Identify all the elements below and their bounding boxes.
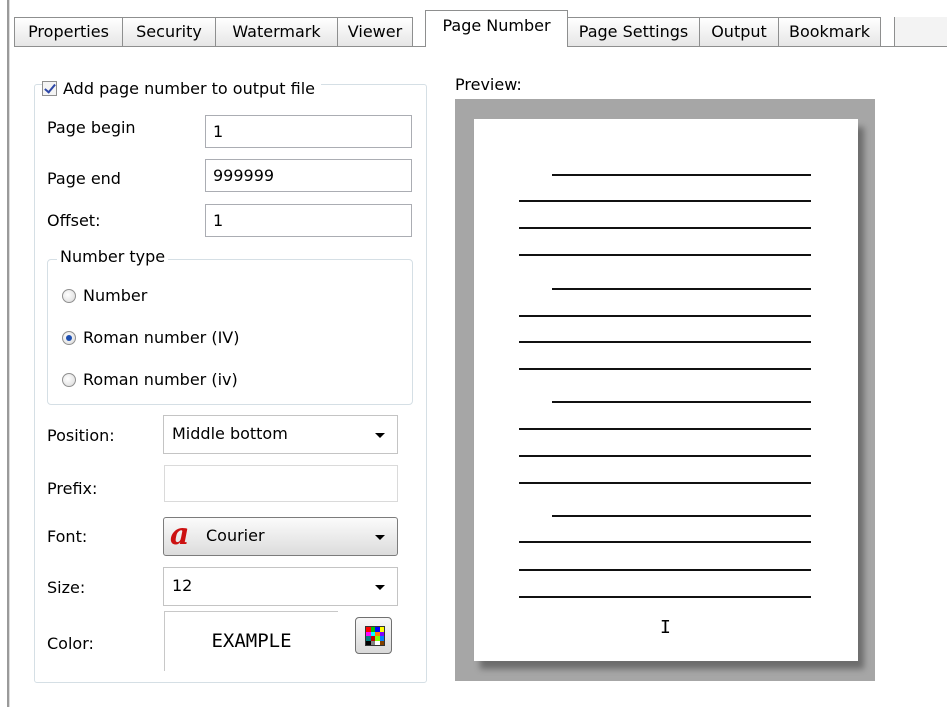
page-begin-label: Page begin bbox=[47, 118, 136, 137]
font-value: Courier bbox=[206, 526, 265, 545]
add-page-number-option[interactable]: Add page number to output file bbox=[42, 75, 322, 101]
tab-viewer[interactable]: Viewer bbox=[337, 17, 413, 46]
color-palette-icon bbox=[365, 626, 385, 646]
tab-properties[interactable]: Properties bbox=[14, 17, 123, 46]
font-icon: a bbox=[170, 517, 190, 552]
preview-page-number: I bbox=[660, 617, 671, 638]
position-dropdown[interactable]: Middle bottom bbox=[163, 415, 398, 454]
tab-page-settings[interactable]: Page Settings bbox=[567, 17, 700, 46]
preview-text-line bbox=[519, 200, 811, 202]
roman-upper-radio[interactable] bbox=[62, 330, 76, 345]
preview-text-line bbox=[519, 315, 811, 317]
prefix-label: Prefix: bbox=[47, 479, 98, 498]
preview-text-line bbox=[519, 569, 811, 571]
tab-watermark[interactable]: Watermark bbox=[215, 17, 338, 46]
number-radio-label: Number bbox=[83, 286, 148, 305]
preview-text-line bbox=[519, 455, 811, 457]
preview-text-line bbox=[519, 596, 811, 598]
chevron-down-icon bbox=[375, 585, 385, 590]
preview-text-line bbox=[552, 515, 811, 517]
window-left-border-highlight bbox=[9, 0, 10, 707]
offset-label: Offset: bbox=[47, 211, 101, 230]
color-example-preview: EXAMPLE bbox=[164, 611, 338, 671]
preview-text-line bbox=[519, 428, 811, 430]
preview-text-line bbox=[552, 401, 811, 403]
number-type-option-roman-lower[interactable]: Roman number (iv) bbox=[62, 370, 238, 389]
chevron-down-icon bbox=[375, 535, 385, 540]
preview-text-line bbox=[552, 174, 811, 176]
number-radio[interactable] bbox=[62, 288, 76, 303]
tab-strip: Properties Security Watermark Viewer Pag… bbox=[14, 0, 947, 48]
roman-lower-radio-label: Roman number (iv) bbox=[83, 370, 238, 389]
add-page-number-checkbox[interactable] bbox=[42, 80, 57, 96]
tab-bookmark[interactable]: Bookmark bbox=[778, 17, 881, 46]
add-page-number-label: Add page number to output file bbox=[63, 78, 316, 98]
tab-output[interactable]: Output bbox=[699, 17, 779, 46]
roman-upper-radio-label: Roman number (IV) bbox=[83, 328, 240, 347]
preview-text-line bbox=[519, 541, 811, 543]
tab-security[interactable]: Security bbox=[122, 17, 216, 46]
position-label: Position: bbox=[47, 426, 115, 445]
size-label: Size: bbox=[47, 578, 86, 597]
number-type-option-number[interactable]: Number bbox=[62, 286, 147, 305]
preview-text-line bbox=[519, 482, 811, 484]
number-type-option-roman-upper[interactable]: Roman number (IV) bbox=[62, 328, 239, 347]
prefix-input[interactable] bbox=[164, 465, 398, 502]
size-dropdown[interactable]: 12 bbox=[163, 567, 398, 606]
page-end-label: Page end bbox=[47, 169, 121, 188]
preview-text-line bbox=[519, 341, 811, 343]
preview-label: Preview: bbox=[455, 75, 522, 94]
font-label: Font: bbox=[47, 527, 88, 546]
page-end-input[interactable]: 999999 bbox=[205, 159, 412, 192]
offset-input[interactable]: 1 bbox=[205, 204, 412, 237]
color-picker-button[interactable] bbox=[355, 617, 392, 654]
chevron-down-icon bbox=[375, 433, 385, 438]
roman-lower-radio[interactable] bbox=[62, 372, 76, 387]
page-begin-input[interactable]: 1 bbox=[205, 115, 412, 148]
font-dropdown[interactable]: a Courier bbox=[163, 517, 398, 556]
tab-strip-filler bbox=[894, 17, 947, 46]
preview-text-line bbox=[552, 288, 811, 290]
palette-swatch bbox=[379, 640, 384, 645]
color-label: Color: bbox=[47, 634, 94, 653]
size-value: 12 bbox=[172, 576, 193, 595]
checkmark-icon bbox=[44, 80, 56, 94]
position-value: Middle bottom bbox=[172, 424, 288, 443]
tab-page-number[interactable]: Page Number bbox=[425, 10, 568, 47]
preview-text-line bbox=[519, 368, 811, 370]
preview-text-line bbox=[519, 254, 811, 256]
number-type-title: Number type bbox=[57, 247, 169, 266]
preview-text-line bbox=[519, 227, 811, 229]
